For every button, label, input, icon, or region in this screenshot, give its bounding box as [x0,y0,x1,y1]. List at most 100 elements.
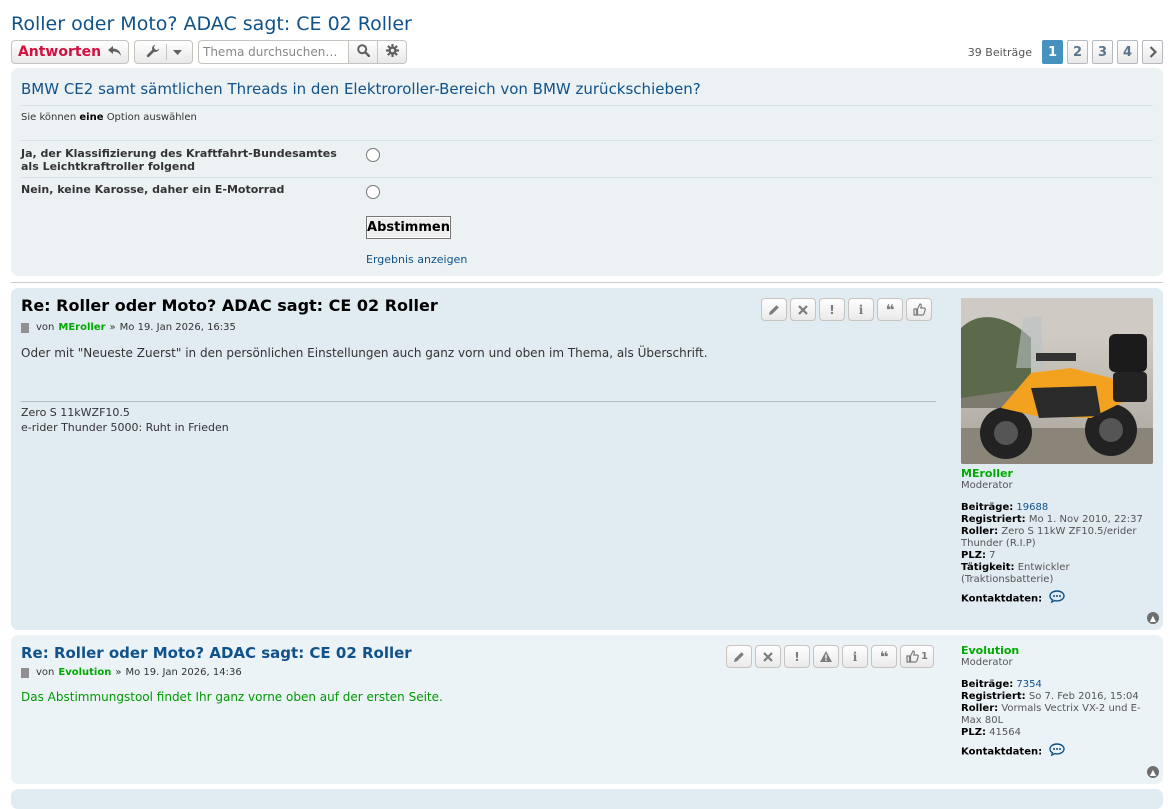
profile-posts-link[interactable]: 19688 [1016,502,1048,513]
back-to-top-button[interactable]: ▲ [1147,612,1159,624]
gear-icon [385,44,399,60]
profile-plz: PLZ: 41564 [961,727,1151,739]
profile-registered-label: Registriert: [961,691,1026,702]
exclamation-icon: ! [829,302,835,317]
post-file-icon[interactable] [21,322,29,333]
report-button[interactable]: ! [784,645,810,668]
poll-divider [21,105,1153,106]
quote-button[interactable]: ❝ [877,298,903,321]
thumbs-up-icon [912,303,926,316]
signature-divider [21,401,936,402]
x-icon [798,304,808,315]
edit-button[interactable] [726,645,752,668]
profile-posts-label: Beiträge: [961,679,1014,690]
post-date: Mo 19. Jan 2026, 14:36 [125,667,242,678]
profile-plz-label: PLZ: [961,727,986,738]
info-button[interactable]: i [848,298,874,321]
post-by: von [36,322,55,333]
info-icon: i [858,302,864,317]
post-title[interactable]: Re: Roller oder Moto? ADAC sagt: CE 02 R… [21,296,438,315]
warning-triangle-icon [820,651,832,662]
x-icon [763,651,773,662]
poll-panel: BMW CE2 samt sämtlichen Threads in den E… [11,68,1163,276]
page-1[interactable]: 1 [1042,40,1063,64]
vote-button[interactable]: Abstimmen [366,216,451,239]
profile-registered-value: So 7. Feb 2016, 15:04 [1028,691,1139,702]
search-button[interactable] [349,40,378,64]
profile-plz: PLZ: 7 [961,550,1151,562]
poll-divider [21,140,1153,141]
info-icon: i [852,649,858,664]
page-2[interactable]: 2 [1067,40,1088,64]
topic-tools-button[interactable] [134,40,193,64]
like-button[interactable]: 1 [900,645,934,668]
poll-option-label-1: Ja, der Klassifizierung des Kraftfahrt-B… [21,147,337,173]
edit-button[interactable] [761,298,787,321]
profile-posts-label: Beiträge: [961,502,1014,513]
profile-plz-label: PLZ: [961,550,986,561]
post-by: von [36,667,55,678]
profile-roller-label: Roller: [961,703,999,714]
profile-roller: Roller: Zero S 11kW ZF10.5/erider Thunde… [961,526,1151,550]
avatar [961,298,1153,464]
reply-button[interactable]: Antworten [11,40,129,64]
reply-arrow-icon [107,43,122,61]
topic-title[interactable]: Roller oder Moto? ADAC sagt: CE 02 Rolle… [11,13,412,35]
like-button[interactable] [906,298,932,321]
delete-button[interactable] [755,645,781,668]
profile-posts-link[interactable]: 7354 [1016,679,1041,690]
profile-contact: Kontaktdaten: [961,590,1151,607]
pagination: 39 Beiträge 1 2 3 4 [968,40,1163,64]
quote-button[interactable]: ❝ [871,645,897,668]
post-file-icon[interactable] [21,667,29,678]
post: Re: Roller oder Moto? ADAC sagt: CE 02 R… [11,288,1163,630]
quote-icon: ❝ [879,647,889,666]
profile-rank: Moderator [961,480,1013,491]
post-title[interactable]: Re: Roller oder Moto? ADAC sagt: CE 02 R… [21,644,412,662]
profile-username[interactable]: MEroller [961,468,1151,480]
signature-line: e-rider Thunder 5000: Ruht in Frieden [21,421,229,434]
post-meta: von Evolution » Mo 19. Jan 2026, 14:36 [21,667,242,678]
search-input[interactable] [198,40,349,64]
post-author[interactable]: MEroller [58,322,105,333]
post-meta: von MEroller » Mo 19. Jan 2026, 16:35 [21,322,236,333]
profile-registered-value: Mo 1. Nov 2010, 22:37 [1028,514,1143,525]
user-profile: MEroller Moderator Beiträge: 19688 Regis… [961,468,1151,607]
post-author[interactable]: Evolution [58,667,111,678]
warn-button[interactable] [813,645,839,668]
profile-contact-label: Kontaktdaten: [961,746,1043,758]
poll-option-label-2: Nein, keine Karosse, daher ein E-Motorra… [21,183,285,196]
post-date: Mo 19. Jan 2026, 16:35 [119,322,236,333]
back-to-top-button[interactable]: ▲ [1147,766,1159,778]
arrow-up-icon: ▲ [1149,767,1157,777]
speech-bubble-icon[interactable] [1049,743,1065,760]
poll-option-radio-2[interactable] [366,185,380,199]
profile-roller: Roller: Vormals Vectrix VX-2 und E-Max 8… [961,703,1151,727]
profile-roller-label: Roller: [961,526,999,537]
post [11,789,1163,809]
signature: Zero S 11kWZF10.5 e-rider Thunder 5000: … [21,405,229,435]
chevron-down-icon [172,45,182,59]
delete-button[interactable] [790,298,816,321]
profile-contact: Kontaktdaten: [961,743,1151,760]
pencil-icon [769,304,779,315]
report-button[interactable]: ! [819,298,845,321]
poll-hint: Sie können eine Option auswählen [21,112,197,123]
profile-username[interactable]: Evolution [961,645,1151,657]
next-page-button[interactable] [1142,40,1163,64]
profile-rank: Moderator [961,657,1013,668]
speech-bubble-icon[interactable] [1049,590,1065,607]
poll-hint-suffix: Option auswählen [106,112,197,123]
post-separator: » [109,322,116,333]
poll-option-radio-1[interactable] [366,148,380,162]
info-button[interactable]: i [842,645,868,668]
wrench-icon [146,44,160,61]
poll-results-link[interactable]: Ergebnis anzeigen [366,253,467,266]
page-4[interactable]: 4 [1117,40,1138,64]
pencil-icon [734,651,744,662]
page-3[interactable]: 3 [1092,40,1113,64]
poll-question: BMW CE2 samt sämtlichen Threads in den E… [21,80,701,98]
advanced-search-button[interactable] [378,40,407,64]
signature-line: Zero S 11kWZF10.5 [21,406,130,419]
profile-posts: Beiträge: 7354 [961,679,1151,691]
